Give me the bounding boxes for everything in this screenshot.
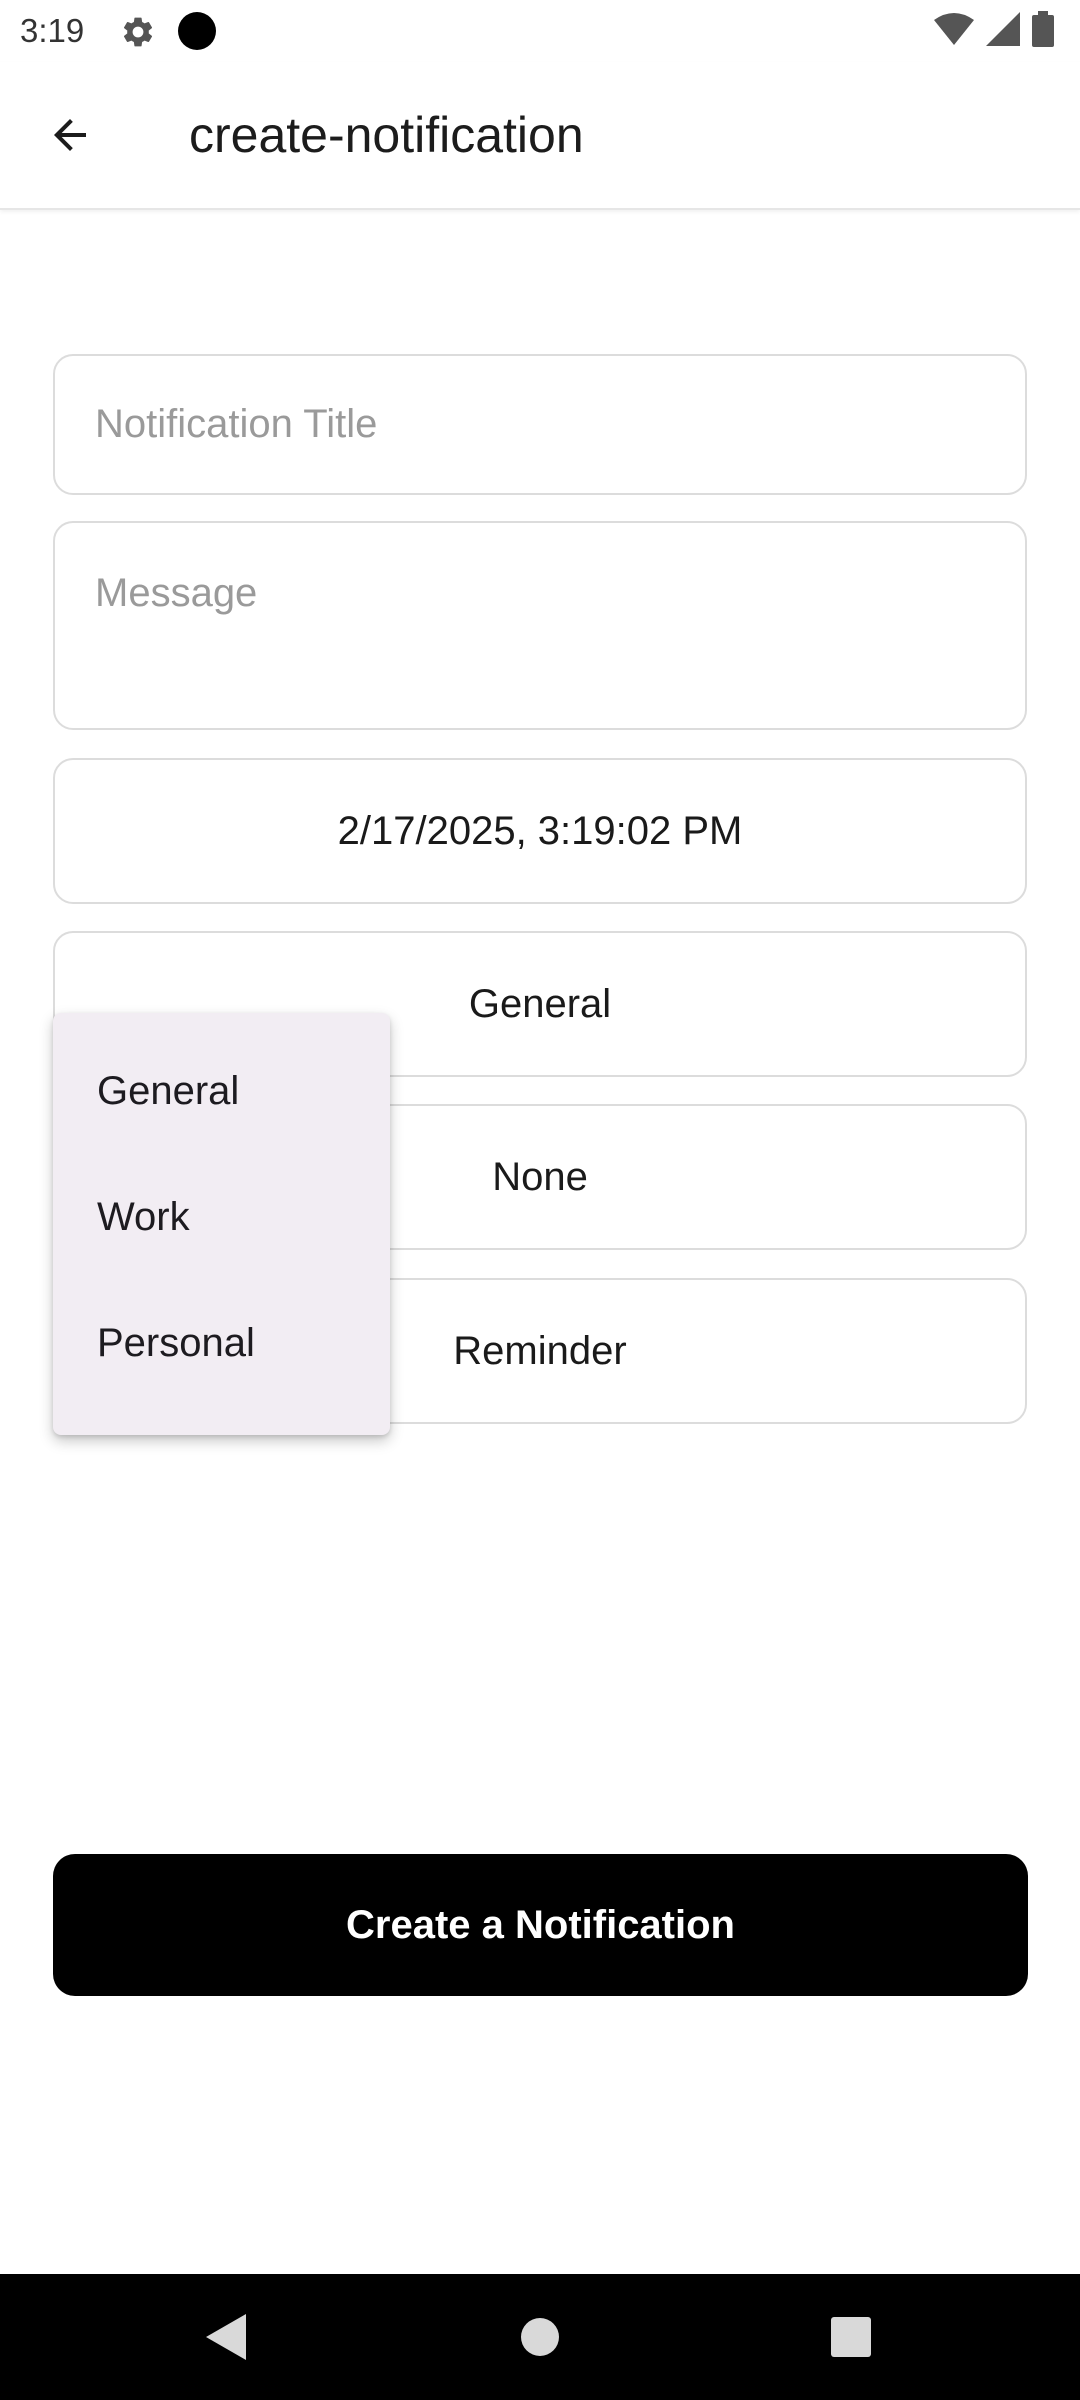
recents-square-icon <box>831 2317 871 2357</box>
message-field <box>53 521 1027 730</box>
battery-icon <box>1032 10 1054 52</box>
priority-value: None <box>492 1154 588 1199</box>
notification-title-field <box>53 354 1027 495</box>
create-notification-screen: 3:19 create-notification Notification Ti… <box>0 0 1080 2400</box>
status-bar: 3:19 <box>0 0 1080 62</box>
navigation-bar <box>0 2274 1080 2400</box>
create-notification-button[interactable]: Create a Notification <box>53 1854 1028 1996</box>
nav-back-button[interactable] <box>163 2274 289 2400</box>
arrow-left-icon <box>54 119 86 151</box>
home-circle-icon <box>521 2318 559 2356</box>
back-triangle-icon <box>206 2314 246 2360</box>
nav-recents-button[interactable] <box>788 2274 914 2400</box>
notification-title-input[interactable] <box>55 356 1025 493</box>
nav-home-button[interactable] <box>477 2274 603 2400</box>
menu-item-work[interactable]: Work <box>53 1154 390 1280</box>
page-title: create-notification <box>189 107 584 163</box>
message-input[interactable] <box>55 523 1025 728</box>
datetime-picker[interactable]: 2/17/2025, 3:19:02 PM <box>53 758 1027 904</box>
wifi-icon <box>934 12 974 51</box>
type-value: Reminder <box>453 1328 627 1373</box>
status-icons <box>934 10 1054 52</box>
camera-dot-icon <box>178 12 216 50</box>
app-bar: create-notification <box>0 62 1080 210</box>
datetime-value: 2/17/2025, 3:19:02 PM <box>337 808 743 853</box>
category-dropdown-menu: General Work Personal <box>53 1013 390 1435</box>
menu-item-general[interactable]: General <box>53 1028 390 1154</box>
status-time: 3:19 <box>20 12 85 49</box>
signal-icon <box>986 11 1020 51</box>
category-value: General <box>468 981 612 1026</box>
back-button[interactable] <box>40 105 100 165</box>
settings-icon <box>120 14 156 50</box>
menu-item-personal[interactable]: Personal <box>53 1280 390 1406</box>
